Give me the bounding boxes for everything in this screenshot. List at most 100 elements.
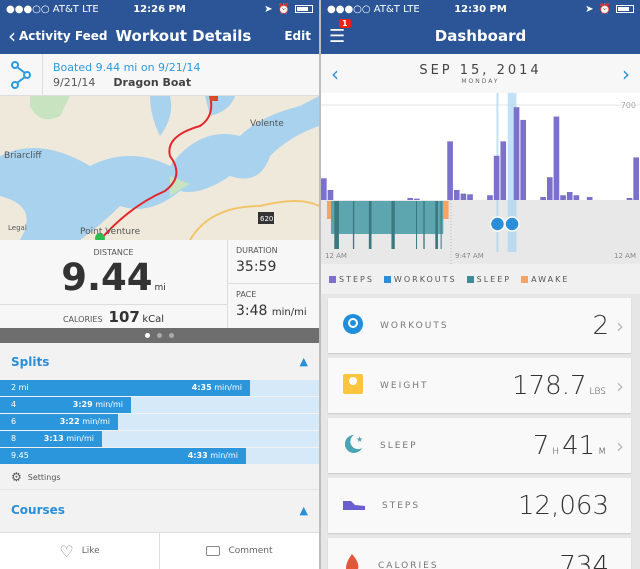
deep-sleep-segment [435,201,438,249]
legend-swatch [383,275,391,283]
split-distance: 8 [11,434,17,443]
workout-title[interactable]: Boated 9.44 mi on 9/21/14 [53,61,200,74]
dashboard-card-calories: CALORIES 734 [328,538,631,569]
comment-icon [206,546,221,556]
deep-sleep-segment [352,201,355,249]
comment-label: Comment [228,546,273,556]
steps-bar [553,116,560,200]
legend-item: AWAKE [521,275,569,284]
card-value-group: 2 [592,311,609,341]
scale-icon [342,373,364,399]
splits-list: 2 mi 4:35 min/mi 4 3:29 min/mi 6 3:22 min/mi 8… [0,380,319,465]
hamburger-icon: ☰ [329,25,346,47]
calories-value: 107 [108,308,140,326]
steps-bar [573,195,580,200]
legend-label: SLEEP [476,274,512,284]
pace-value: 3:48 [236,303,268,319]
workout-date: 9/21/14 [53,76,96,89]
card-value: 734 [559,550,609,569]
steps-bar [546,177,553,200]
card-value: 2 [592,310,609,341]
map-legal-link[interactable]: Legal [8,224,27,232]
card-value-group: 7 H 41 M [533,431,609,461]
legend-item: STEPS [329,275,374,284]
page-dot[interactable] [145,333,150,338]
distance-value: 9.44 [61,256,153,299]
steps-bar [633,157,639,200]
legend-swatch [329,275,336,283]
page-indicator[interactable] [0,328,319,343]
split-pace-value: 4:33 [187,451,208,460]
x-tick-label: 12 AM [614,252,636,260]
page-dot[interactable] [157,333,162,338]
steps-bar [586,197,593,200]
split-pace: 4:35 min/mi [192,383,242,392]
legend-item: SLEEP [466,274,512,284]
duration-label: DURATION [236,246,278,255]
distance-unit: mi [154,283,166,293]
split-distance: 2 mi [11,383,29,392]
workout-details-screen: ●●●○○ AT&T LTE 12:26 PM ➤ ⏰ ‹ Activity Fee… [0,0,319,569]
courses-header[interactable]: Courses ▲ [0,490,319,530]
card-value: 178.7 [512,370,587,401]
split-pace: 4:33 min/mi [188,451,238,460]
split-pace-unit: min/mi [82,417,110,426]
steps-bar [327,189,334,200]
chevron-up-icon[interactable]: ▲ [300,504,308,517]
split-distance: 4 [11,400,17,409]
split-row: 8 3:13 min/mi [0,431,319,448]
workout-marker-icon [489,216,506,232]
legend-label: AWAKE [531,274,570,284]
dashboard-card-workouts[interactable]: WORKOUTS 2 › [328,298,631,353]
route-map[interactable]: Volente Briarcliff Point Venture Legal 6… [0,95,319,243]
splits-settings-button[interactable]: ⚙ Settings [0,465,319,490]
courses-title: Courses [11,503,65,517]
legend-swatch [521,275,529,283]
settings-label: Settings [27,472,61,482]
dashboard-card-weight[interactable]: WEIGHT 178.7 LBS › [328,358,631,413]
splits-header[interactable]: Splits ▲ [0,343,319,380]
steps-bar [460,193,467,200]
previous-day-button[interactable]: ‹ [331,62,339,86]
comment-button[interactable]: Comment [160,533,319,569]
route-icon [0,54,43,95]
legend-swatch [466,275,474,283]
card-label: WORKOUTS [380,320,449,331]
deep-sleep-segment [368,201,372,249]
back-label: Activity Feed [19,29,108,43]
menu-button[interactable]: ☰ 1 [329,18,351,47]
chevron-right-icon[interactable]: › [609,434,631,458]
edit-button[interactable]: Edit [284,29,311,43]
svg-text:★: ★ [356,435,363,444]
x-tick-label: 9:47 AM [455,252,484,260]
next-day-button[interactable]: › [622,62,630,86]
deep-sleep-segment [334,201,339,249]
back-button[interactable]: ‹ Activity Feed [8,24,108,48]
card-label: SLEEP [380,440,418,451]
split-row: 9.45 4:33 min/mi [0,448,319,465]
split-pace-value: 3:22 [59,417,80,426]
split-pace: 3:22 min/mi [60,417,110,426]
steps-bar [414,198,420,200]
chevron-right-icon[interactable]: › [609,374,631,398]
nav-bar: ☰ 1 Dashboard [321,18,640,54]
legend-item: WORKOUTS [383,275,457,284]
deep-sleep-segment [440,201,442,249]
dashboard-card-sleep[interactable]: ★ SLEEP 7 H 41 M › [328,418,631,473]
status-bar: ●●●○○ AT&T LTE 12:26 PM ➤ ⏰ [0,0,319,18]
chevron-up-icon[interactable]: ▲ [300,355,308,368]
activity-chart[interactable]: 700 12 AM 9:47 AM 12 AM [321,93,640,264]
card-value-minutes: 41 [562,430,596,461]
highway-shield: 620 [260,215,273,223]
like-button[interactable]: ♡ Like [0,533,160,569]
notification-badge: 1 [339,18,351,28]
chevron-right-icon[interactable]: › [609,314,631,338]
page-dot[interactable] [169,333,174,338]
split-pace-unit: min/mi [95,400,123,409]
split-row: 2 mi 4:35 min/mi [0,380,319,397]
x-tick-label: 12 AM [325,252,347,260]
steps-bar [513,107,520,200]
workout-header: Boated 9.44 mi on 9/21/14 9/21/14 Dragon … [0,54,319,96]
card-value: 7 [532,430,550,461]
steps-bar [407,197,414,200]
